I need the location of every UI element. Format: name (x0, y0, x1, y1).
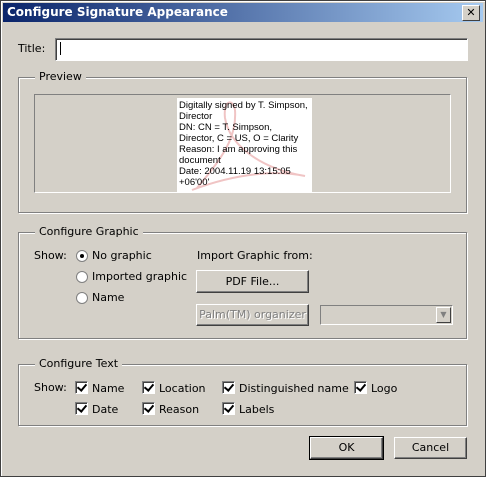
checkbox-reason[interactable] (142, 402, 155, 415)
radio-no-graphic-label[interactable]: No graphic (92, 249, 152, 262)
signature-line: Digitally signed by T. Simpson, (179, 100, 308, 111)
preview-area: Digitally signed by T. Simpson, Director… (34, 94, 451, 193)
radio-name-label[interactable]: Name (92, 291, 124, 304)
preview-group: Preview Digitally signed by T. Simpson, … (18, 70, 467, 213)
palm-select[interactable]: ▼ (320, 305, 453, 325)
checkbox-name-label[interactable]: Name (92, 382, 124, 395)
checkbox-reason-label[interactable]: Reason (159, 403, 199, 416)
configure-graphic-legend: Configure Graphic (35, 225, 143, 238)
signature-line: DN: CN = T. Simpson, (179, 122, 273, 133)
checkbox-labels-label[interactable]: Labels (239, 403, 274, 416)
signature-line: +06'00' (179, 177, 210, 188)
checkbox-logo[interactable] (354, 381, 367, 394)
import-graphic-label: Import Graphic from: (197, 249, 313, 262)
signature-text: Digitally signed by T. Simpson, Director… (179, 100, 310, 188)
graphic-show-label: Show: (34, 249, 67, 262)
preview-legend: Preview (35, 70, 86, 83)
pdf-file-button[interactable]: PDF File... (196, 270, 309, 293)
signature-line: Director, C = US, O = Clarity (179, 133, 299, 144)
checkbox-name[interactable] (75, 381, 88, 394)
checkbox-distinguished-name[interactable] (222, 381, 235, 394)
checkbox-labels[interactable] (222, 402, 235, 415)
dialog-window: Configure Signature Appearance ✕ Title: … (0, 0, 486, 477)
radio-name[interactable] (76, 292, 88, 304)
signature-line: document (179, 155, 221, 166)
title-bar[interactable]: Configure Signature Appearance ✕ (3, 3, 483, 22)
configure-text-legend: Configure Text (35, 357, 123, 370)
title-input[interactable] (55, 38, 468, 61)
checkbox-location[interactable] (142, 381, 155, 394)
palm-organizer-button[interactable]: Palm(TM) organizer (196, 304, 309, 326)
title-label: Title: (18, 42, 46, 55)
checkbox-logo-label[interactable]: Logo (371, 382, 397, 395)
radio-no-graphic[interactable] (76, 250, 88, 262)
signature-preview: Digitally signed by T. Simpson, Director… (177, 98, 312, 193)
signature-line: Reason: I am approving this (179, 144, 298, 155)
checkbox-location-label[interactable]: Location (159, 382, 206, 395)
signature-line: Director (179, 111, 213, 122)
radio-imported-graphic[interactable] (76, 271, 88, 283)
window-title: Configure Signature Appearance (7, 5, 228, 19)
chevron-down-icon[interactable]: ▼ (436, 307, 451, 323)
checkbox-distinguished-name-label[interactable]: Distinguished name (239, 382, 349, 395)
signature-line: Date: 2004.11.19 13:15:05 (179, 166, 291, 177)
configure-text-group: Configure Text (18, 357, 467, 426)
checkbox-date[interactable] (75, 402, 88, 415)
radio-imported-graphic-label[interactable]: Imported graphic (92, 270, 187, 283)
checkbox-date-label[interactable]: Date (92, 403, 118, 416)
ok-button[interactable]: OK (309, 436, 384, 460)
close-button[interactable]: ✕ (462, 5, 480, 21)
text-show-label: Show: (34, 381, 67, 394)
text-caret (60, 42, 61, 55)
cancel-button[interactable]: Cancel (394, 437, 467, 459)
